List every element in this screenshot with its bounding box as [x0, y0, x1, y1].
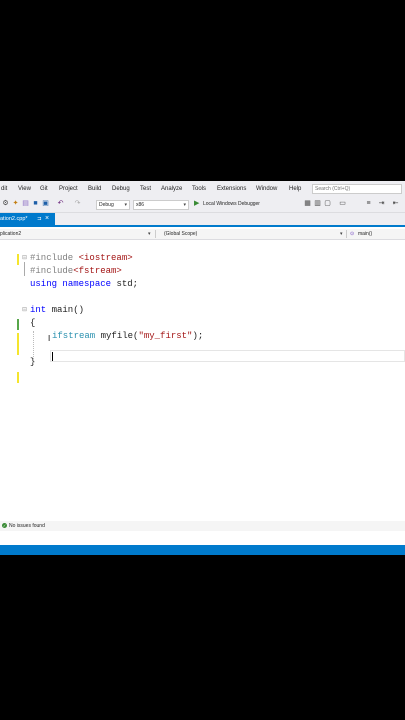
chevron-down-icon: ▾	[124, 202, 127, 208]
menu-debug[interactable]: Debug	[112, 186, 130, 192]
menu-test[interactable]: Test	[140, 186, 151, 192]
code-line-6: {	[30, 318, 35, 328]
keyword: int	[30, 305, 47, 315]
code-line-3: using namespace std;	[30, 279, 138, 289]
brace: {	[30, 318, 36, 328]
menu-view[interactable]: View	[18, 186, 31, 192]
visual-studio-window: dit View Git Project Build Debug Test An…	[0, 181, 405, 555]
punctuation: );	[192, 331, 204, 341]
chevron-down-icon: ▾	[183, 202, 186, 208]
properties-icon[interactable]: ▢	[324, 200, 331, 207]
menu-window[interactable]: Window	[256, 186, 277, 192]
change-bar-modified	[17, 372, 19, 383]
menu-build[interactable]: Build	[88, 186, 101, 192]
fold-line	[24, 262, 25, 276]
toolbar-options-icon[interactable]: ▭	[339, 200, 346, 207]
navigation-bar: plication2 ▾ (Global Scope) ▾ ⊙ main()	[0, 229, 405, 240]
run-target-label[interactable]: Local Windows Debugger	[203, 201, 260, 207]
undo-icon[interactable]: ↶	[57, 200, 64, 207]
close-icon[interactable]: ×	[45, 213, 49, 225]
comment-icon[interactable]: ≡	[365, 200, 372, 207]
tab-label: ation2.cpp*	[0, 216, 28, 222]
code-line-5: int main()	[30, 305, 84, 315]
chevron-down-icon: ▾	[148, 231, 151, 237]
toolbox-icon[interactable]: ▦	[304, 200, 311, 207]
menu-analyze[interactable]: Analyze	[161, 186, 182, 192]
code-line-1: #include <iostream>	[30, 253, 133, 263]
keyword: namespace	[62, 279, 112, 289]
project-dropdown[interactable]: plication2	[0, 229, 21, 239]
code-editor[interactable]: ⊟ ⊟ #include <iostream> #include<fstream…	[0, 241, 405, 517]
menu-git[interactable]: Git	[40, 186, 48, 192]
current-line-highlight	[50, 350, 405, 362]
collapse-icon[interactable]: ⊟	[22, 255, 27, 261]
save-all-icon[interactable]: ▣	[42, 200, 49, 207]
divider	[155, 230, 156, 238]
scope-dropdown[interactable]: (Global Scope)	[164, 229, 197, 239]
status-bar	[0, 545, 405, 555]
menu-edit[interactable]: dit	[1, 186, 7, 192]
new-project-icon[interactable]: ✦	[12, 200, 19, 207]
menu-extensions[interactable]: Extensions	[217, 186, 246, 192]
menu-help[interactable]: Help	[289, 186, 301, 192]
tab-source-file[interactable]: ation2.cpp* ⊐ ×	[0, 213, 55, 225]
function-name: main()	[51, 305, 85, 315]
solution-explorer-icon[interactable]: ▥	[314, 200, 321, 207]
open-file-icon[interactable]: ▤	[22, 200, 29, 207]
mouse-ibeam-cursor: I	[48, 334, 51, 343]
issues-status[interactable]: No issues found	[9, 523, 45, 529]
pin-icon[interactable]: ⊐	[37, 213, 42, 225]
collapse-icon[interactable]: ⊟	[22, 307, 27, 313]
identifier: std;	[116, 279, 139, 289]
start-debugging-play-icon[interactable]: ▶	[194, 200, 202, 208]
identifier: myfile(	[100, 331, 139, 341]
search-input[interactable]: Search (Ctrl+Q)	[312, 184, 402, 194]
method-icon: ⊙	[350, 231, 355, 237]
menu-tools[interactable]: Tools	[192, 186, 206, 192]
document-tab-strip: ation2.cpp* ⊐ ×	[0, 213, 405, 227]
member-dropdown[interactable]: main()	[358, 229, 372, 239]
change-bar-modified	[17, 333, 19, 355]
divider	[346, 230, 347, 238]
code-line-7: ifstream myfile("my_first");	[52, 331, 203, 341]
gear-icon[interactable]: ⚙	[2, 200, 9, 207]
change-bar-modified	[17, 254, 19, 265]
solution-config-value: Debug	[99, 202, 114, 208]
code-line-2: #include<fstream>	[30, 266, 122, 276]
platform-value: x86	[136, 202, 145, 208]
chevron-down-icon: ▾	[340, 231, 343, 237]
outdent-icon[interactable]: ⇤	[392, 200, 399, 207]
string-literal: "my_first"	[138, 331, 193, 341]
menu-bar: dit View Git Project Build Debug Test An…	[0, 181, 405, 197]
indent-icon[interactable]: ⇥	[378, 200, 385, 207]
text-caret	[52, 352, 53, 361]
save-icon[interactable]: ■	[32, 200, 39, 207]
redo-icon[interactable]: ↷	[74, 200, 81, 207]
check-circle-icon: ✓	[2, 523, 7, 528]
change-bar-saved	[17, 319, 19, 330]
type-name: ifstream	[52, 331, 96, 341]
include-header: <fstream>	[73, 266, 122, 276]
keyword: using	[30, 279, 58, 289]
indent-guide	[33, 331, 34, 365]
menu-project[interactable]: Project	[59, 186, 78, 192]
preprocessor-directive: #include	[30, 253, 74, 263]
solution-config-dropdown[interactable]: Debug ▾	[96, 200, 130, 210]
preprocessor-directive: #include	[30, 266, 74, 276]
platform-dropdown[interactable]: x86 ▾	[133, 200, 189, 210]
issues-bar: ✓ No issues found	[0, 521, 405, 531]
include-header: <iostream>	[78, 253, 133, 263]
